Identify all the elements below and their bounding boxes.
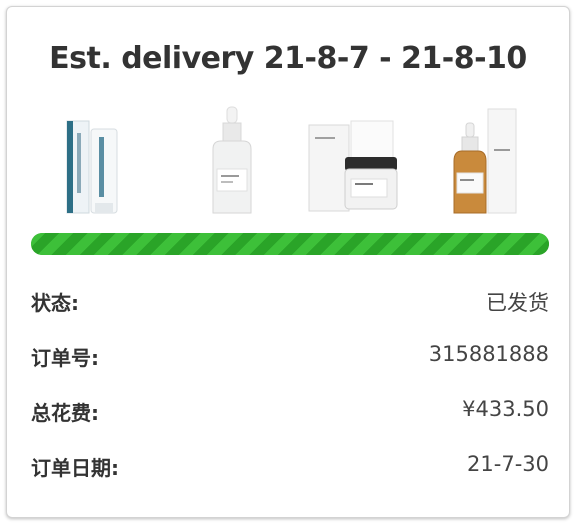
order-date-label: 订单日期: <box>31 456 119 480</box>
status-value: 已发货 <box>486 291 549 315</box>
total-cost-value: ¥433.50 <box>462 397 549 421</box>
serum-dropper-bottle-image[interactable] <box>207 103 257 219</box>
detail-row-order-number: 订单号: 315881888 <box>31 342 549 374</box>
detail-row-order-date: 订单日期: 21-7-30 <box>31 452 549 484</box>
detail-row-total-cost: 总花费: ¥433.50 <box>31 397 549 429</box>
progress-fill <box>31 233 549 255</box>
delivery-estimate-title: Est. delivery 21-8-7 - 21-8-10 <box>49 41 527 76</box>
product-thumbnails <box>57 103 557 223</box>
cream-jar-product-image[interactable] <box>305 103 405 219</box>
toothpaste-product-image[interactable] <box>65 103 135 219</box>
status-label: 状态: <box>31 291 79 315</box>
order-date-value: 21-7-30 <box>467 452 549 476</box>
amber-dropper-bottle-image[interactable] <box>452 103 522 219</box>
order-number-value: 315881888 <box>428 342 549 366</box>
delivery-progress-bar <box>31 233 549 255</box>
detail-row-status: 状态: 已发货 <box>31 287 549 319</box>
order-card[interactable]: Est. delivery 21-8-7 - 21-8-10 状态: 已发货 订… <box>6 6 570 518</box>
order-number-label: 订单号: <box>31 346 99 370</box>
total-cost-label: 总花费: <box>31 401 99 425</box>
